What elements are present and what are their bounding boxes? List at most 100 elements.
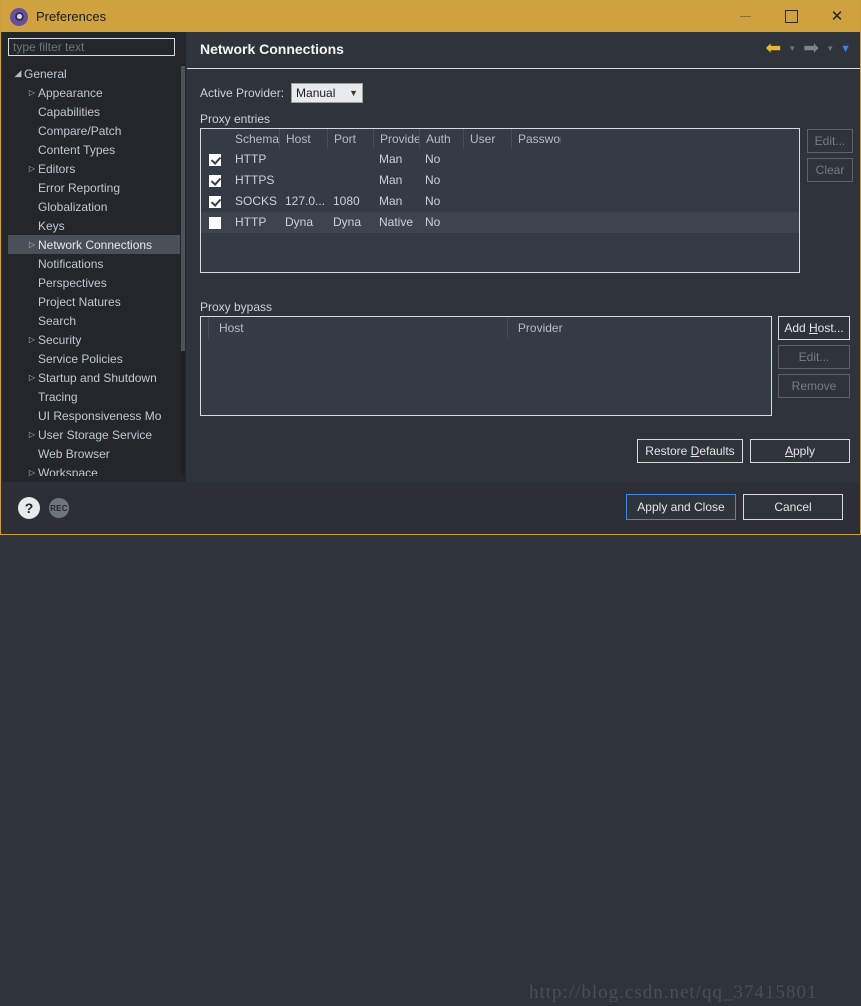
sidebar-item-keys[interactable]: Keys <box>8 216 180 235</box>
sidebar-item-search[interactable]: Search <box>8 311 180 330</box>
checkbox-checked-icon <box>209 174 221 187</box>
sidebar-item-startup-and-shutdown[interactable]: ▷ Startup and Shutdown <box>8 368 180 387</box>
row-checkbox[interactable] <box>201 191 229 212</box>
cell-schema: SOCKS <box>235 194 278 208</box>
help-question-icon[interactable]: ? <box>18 497 40 519</box>
sidebar-item-content-types[interactable]: Content Types <box>8 140 180 159</box>
sidebar-item-tracing[interactable]: Tracing <box>8 387 180 406</box>
expand-triangle-icon[interactable]: ▷ <box>26 373 38 382</box>
maximize-icon[interactable] <box>768 1 814 32</box>
cell-schema: HTTPS <box>235 173 275 187</box>
sidebar-item-service-policies[interactable]: Service Policies <box>8 349 180 368</box>
sidebar-item-appearance[interactable]: ▷ Appearance <box>8 83 180 102</box>
sidebar-item-perspectives[interactable]: Perspectives <box>8 273 180 292</box>
sidebar-item-workspace[interactable]: ▷ Workspace <box>8 463 180 477</box>
sidebar-item-network-connections[interactable]: ▷ Network Connections <box>8 235 180 254</box>
cell-schema: HTTP <box>235 215 267 229</box>
expand-triangle-icon[interactable]: ▷ <box>26 335 38 344</box>
caret-down-blue-icon[interactable]: ▼ <box>838 43 853 55</box>
bypass-column-header-provider[interactable]: Provider <box>506 317 771 339</box>
expand-triangle-icon[interactable]: ▷ <box>26 164 38 173</box>
expand-triangle-icon[interactable]: ▷ <box>26 430 38 439</box>
collapse-triangle-icon[interactable]: ◢ <box>12 68 24 79</box>
column-header-port[interactable]: Port <box>327 129 373 149</box>
cell-port: 1080 <box>333 194 360 208</box>
column-header-schema[interactable]: Schema <box>229 129 279 149</box>
remove-bypass-button[interactable]: Remove <box>778 374 850 398</box>
cell-host <box>279 149 327 170</box>
column-header-host[interactable]: Host <box>279 129 327 149</box>
sidebar-item-label: Service Policies <box>38 351 123 366</box>
sidebar-item-security[interactable]: ▷ Security <box>8 330 180 349</box>
sidebar-item-editors[interactable]: ▷ Editors <box>8 159 180 178</box>
checkbox-checked-icon <box>209 153 221 166</box>
edit-bypass-button[interactable]: Edit... <box>778 345 850 369</box>
column-header-user[interactable]: User <box>463 129 511 149</box>
column-header-password[interactable]: Password <box>511 129 561 149</box>
sidebar-item-capabilities[interactable]: Capabilities <box>8 102 180 121</box>
add-host-button[interactable]: Add Host... <box>778 316 850 340</box>
search-input-placeholder: type filter text <box>13 40 85 54</box>
sidebar-item-web-browser[interactable]: Web Browser <box>8 444 180 463</box>
preferences-sidebar: type filter text ◢ General ▷ Appearance Cap… <box>2 32 186 482</box>
cancel-button[interactable]: Cancel <box>743 494 843 520</box>
table-row[interactable]: HTTP Dyna Dyna Native No <box>201 212 799 233</box>
proxy-bypass-table[interactable]: Host Provider <box>200 316 772 416</box>
proxy-bypass-label: Proxy bypass <box>200 300 273 314</box>
table-row[interactable]: SOCKS 127.0... 1080 Man No <box>201 191 799 212</box>
expand-triangle-icon[interactable]: ▷ <box>26 240 38 249</box>
sidebar-item-notifications[interactable]: Notifications <box>8 254 180 273</box>
active-provider-select[interactable]: Manual ▼ <box>291 83 364 103</box>
bypass-gutter <box>201 317 208 339</box>
search-input[interactable]: type filter text <box>8 38 175 56</box>
expand-triangle-icon[interactable]: ▷ <box>26 468 38 476</box>
sidebar-item-label: UI Responsiveness Mo <box>38 408 162 423</box>
sidebar-item-label: Notifications <box>38 256 104 271</box>
sidebar-item-label: Network Connections <box>38 237 153 252</box>
sidebar-item-globalization[interactable]: Globalization <box>8 197 180 216</box>
table-row[interactable]: HTTP Man No <box>201 149 799 170</box>
row-checkbox[interactable] <box>201 170 229 191</box>
row-checkbox[interactable] <box>201 149 229 170</box>
sidebar-item-label: Startup and Shutdown <box>38 370 157 385</box>
minimize-icon[interactable] <box>722 1 768 32</box>
sidebar-item-general[interactable]: ◢ General <box>8 64 180 83</box>
table-row[interactable]: HTTPS Man No <box>201 170 799 191</box>
close-icon[interactable]: ✕ <box>814 1 860 32</box>
back-history-caret-down-icon[interactable]: ▼ <box>786 44 798 53</box>
cell-port <box>327 170 373 191</box>
apply-button[interactable]: Apply <box>750 439 850 463</box>
rec-icon[interactable]: REC <box>49 498 69 518</box>
sidebar-item-error-reporting[interactable]: Error Reporting <box>8 178 180 197</box>
preferences-tree: ◢ General ▷ Appearance Capabilities Compare… <box>8 64 180 476</box>
sidebar-item-label: Editors <box>38 161 76 176</box>
active-provider-value: Manual <box>296 86 336 100</box>
bypass-column-header-host[interactable]: Host <box>207 317 507 339</box>
forward-history-caret-down-icon[interactable]: ▼ <box>824 44 836 53</box>
proxy-entries-header: SchemaHostPortProviderAuthUserPassword <box>201 129 799 149</box>
sidebar-item-label: Globalization <box>38 199 108 214</box>
edit-entry-button[interactable]: Edit... <box>807 129 853 153</box>
clear-entry-button[interactable]: Clear <box>807 158 853 182</box>
arrow-right-icon[interactable]: ➡ <box>800 39 822 58</box>
expand-triangle-icon[interactable]: ▷ <box>26 88 38 97</box>
column-header-auth[interactable]: Auth <box>419 129 463 149</box>
active-provider-label: Active Provider: <box>200 86 285 100</box>
sidebar-item-user-storage-service[interactable]: ▷ User Storage Service <box>8 425 180 444</box>
sidebar-item-compare-patch[interactable]: Compare/Patch <box>8 121 180 140</box>
apply-and-close-button[interactable]: Apply and Close <box>626 494 736 520</box>
sidebar-item-label: User Storage Service <box>38 427 153 442</box>
arrow-left-icon[interactable]: ⬅ <box>762 39 784 58</box>
preferences-window: Preferences ✕ type filter text ◢ General ▷… <box>0 0 861 1003</box>
column-header-provider[interactable]: Provider <box>373 129 419 149</box>
page-title: Network Connections <box>200 41 344 57</box>
sidebar-item-project-natures[interactable]: Project Natures <box>8 292 180 311</box>
restore-defaults-button[interactable]: Restore Defaults <box>637 439 743 463</box>
sidebar-item-ui-responsiveness-mo[interactable]: UI Responsiveness Mo <box>8 406 180 425</box>
proxy-entries-table[interactable]: SchemaHostPortProviderAuthUserPassword H… <box>200 128 800 273</box>
row-checkbox[interactable] <box>201 212 229 233</box>
tree-scrollbar-thumb[interactable] <box>181 66 185 351</box>
